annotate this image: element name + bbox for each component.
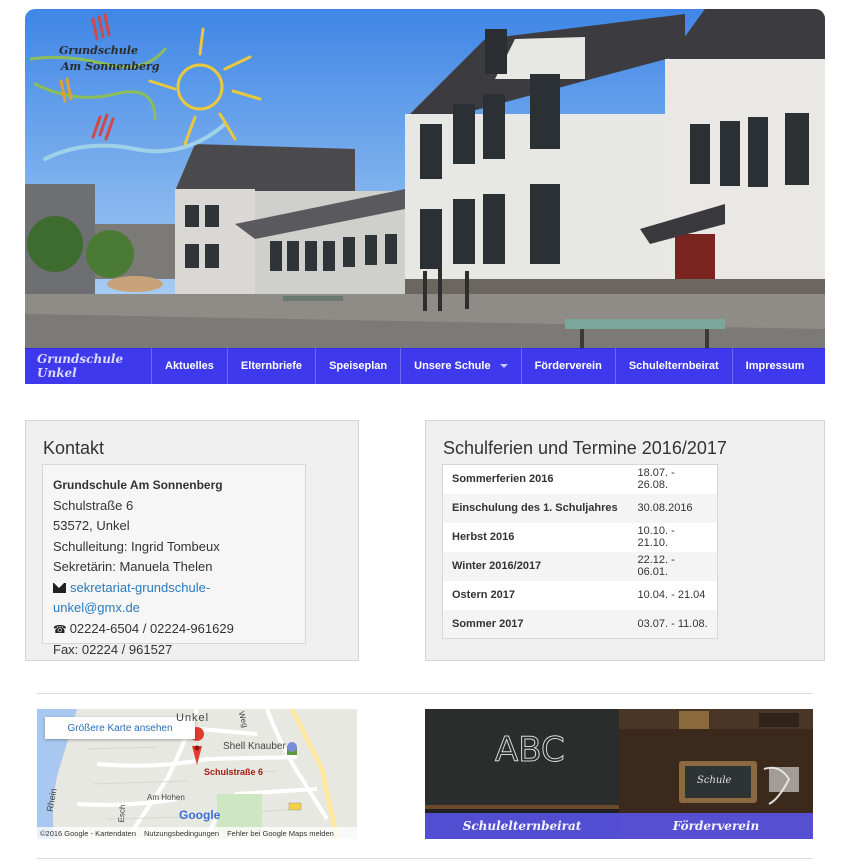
nav-item-foerderverein[interactable]: Förderverein <box>522 348 616 384</box>
map-copyright: ©2016 Google - Kartendaten <box>40 828 137 838</box>
contact-phone: 02224-6504 / 02224-961629 <box>69 620 234 636</box>
contact-street: Schulstraße 6 <box>53 497 134 513</box>
table-row: Sommer 2017 03.07. - 11.08. <box>442 609 718 639</box>
event-date: 10.10. - 21.10. <box>637 525 675 549</box>
dates-heading: Schulferien und Termine 2016/2017 <box>443 438 727 458</box>
tile-caption: Schulelternbeirat <box>425 813 619 839</box>
event-name: Sommerferien 2016 <box>452 473 554 486</box>
nav-item-unsere-schule-label: Unsere Schule <box>414 360 491 372</box>
map-terms-link[interactable]: Nutzungsbedingungen <box>144 829 219 838</box>
table-row: Herbst 2016 10.10. - 21.10. <box>442 522 718 552</box>
table-row: Sommerferien 2016 18.07. - 26.08. <box>442 464 718 494</box>
site-header: Grundschule Am Sonnenberg Grundschule Un… <box>25 9 825 384</box>
event-date: 10.04. - 21.04 <box>637 589 706 601</box>
event-name: Sommer 2017 <box>452 617 524 630</box>
tile-foerderverein[interactable]: Schule Förderverein <box>619 709 813 839</box>
main-navbar: Grundschule Unkel Aktuelles Elternbriefe… <box>25 348 825 384</box>
nav-item-speiseplan[interactable]: Speiseplan <box>316 348 402 384</box>
table-row: Einschulung des 1. Schuljahres 30.08.2016 <box>442 493 718 523</box>
event-date: 18.07. - 26.08. <box>637 467 675 492</box>
contact-school-name: Grundschule Am Sonnenberg <box>53 478 223 492</box>
map-street-label: Am Hohen <box>147 793 185 802</box>
dates-panel: Schulferien und Termine 2016/2017 Sommer… <box>425 420 825 661</box>
nav-brand[interactable]: Grundschule Unkel <box>25 348 152 384</box>
map-report-link[interactable]: Fehler bei Google Maps melden <box>227 829 334 838</box>
contact-email-row: sekretariat-grundschule-unkel@gmx.de <box>53 578 295 619</box>
envelope-icon <box>53 582 66 593</box>
tile-caption: Förderverein <box>619 813 813 839</box>
event-date: 03.07. - 11.08. <box>637 617 708 630</box>
nav-item-schulelternbeirat[interactable]: Schulelternbeirat <box>616 348 733 384</box>
hero-photo: Grundschule Am Sonnenberg <box>25 9 825 349</box>
contact-panel: Kontakt Grundschule Am Sonnenberg Schuls… <box>25 420 359 661</box>
dates-table: Sommerferien 2016 18.07. - 26.08. Einschu… <box>442 464 718 639</box>
slate-text: Schule <box>697 775 732 786</box>
divider-top <box>37 693 813 694</box>
google-logo: Google <box>179 808 221 822</box>
map-street-label-3: Esch <box>116 804 128 823</box>
contact-city: 53572, Unkel <box>53 518 130 533</box>
nav-item-unsere-schule[interactable]: Unsere Schule <box>401 348 522 384</box>
tile-schulelternbeirat[interactable]: ABC Schulelternbeirat <box>425 709 619 839</box>
contact-secretary: Sekretärin: Manuela Thelen <box>53 559 213 574</box>
event-date: 22.12. - 06.01. <box>637 554 675 578</box>
map-town-label: Unkel <box>176 712 210 724</box>
phone-icon: ☎ <box>53 623 67 636</box>
map-marker-label: Schulstraße 6 <box>204 767 264 777</box>
table-row: Winter 2016/2017 22.12. - 06.01. <box>442 551 718 581</box>
divider-bottom <box>37 858 813 859</box>
caret-down-icon <box>499 364 508 368</box>
logo-line2: Am Sonnenberg <box>60 60 160 73</box>
google-map[interactable]: Größere Karte ansehen Unkel Shell Knaube… <box>37 709 357 839</box>
nav-item-aktuelles[interactable]: Aktuelles <box>152 348 228 384</box>
larger-map-button[interactable]: Größere Karte ansehen <box>45 717 195 739</box>
contact-fax: Fax: 02224 / 961527 <box>53 642 173 657</box>
event-name: Winter 2016/2017 <box>452 560 542 572</box>
logo-line1: Grundschule <box>59 44 138 57</box>
contact-phone-row: ☎ 02224-6504 / 02224-961629 <box>53 619 295 641</box>
table-row: Ostern 2017 10.04. - 21.04 <box>442 580 718 610</box>
event-name: Ostern 2017 <box>452 589 515 601</box>
map-footer: ©2016 Google - Kartendaten Nutzungsbedin… <box>37 827 357 839</box>
contact-email-link[interactable]: sekretariat-grundschule-unkel@gmx.de <box>53 580 210 616</box>
event-date: 30.08.2016 <box>637 502 693 514</box>
contact-heading: Kontakt <box>43 438 105 458</box>
contact-head: Schulleitung: Ingrid Tombeux <box>53 538 220 554</box>
nav-item-impressum[interactable]: Impressum <box>733 348 818 384</box>
map-poi-label: Shell Knauber <box>223 741 286 752</box>
chalk-text: ABC <box>495 730 565 770</box>
contact-card: Grundschule Am Sonnenberg Schulstraße 6 … <box>42 464 306 657</box>
event-name: Einschulung des 1. Schuljahres <box>452 502 618 514</box>
event-name: Herbst 2016 <box>452 531 515 543</box>
nav-item-elternbriefe[interactable]: Elternbriefe <box>228 348 317 384</box>
